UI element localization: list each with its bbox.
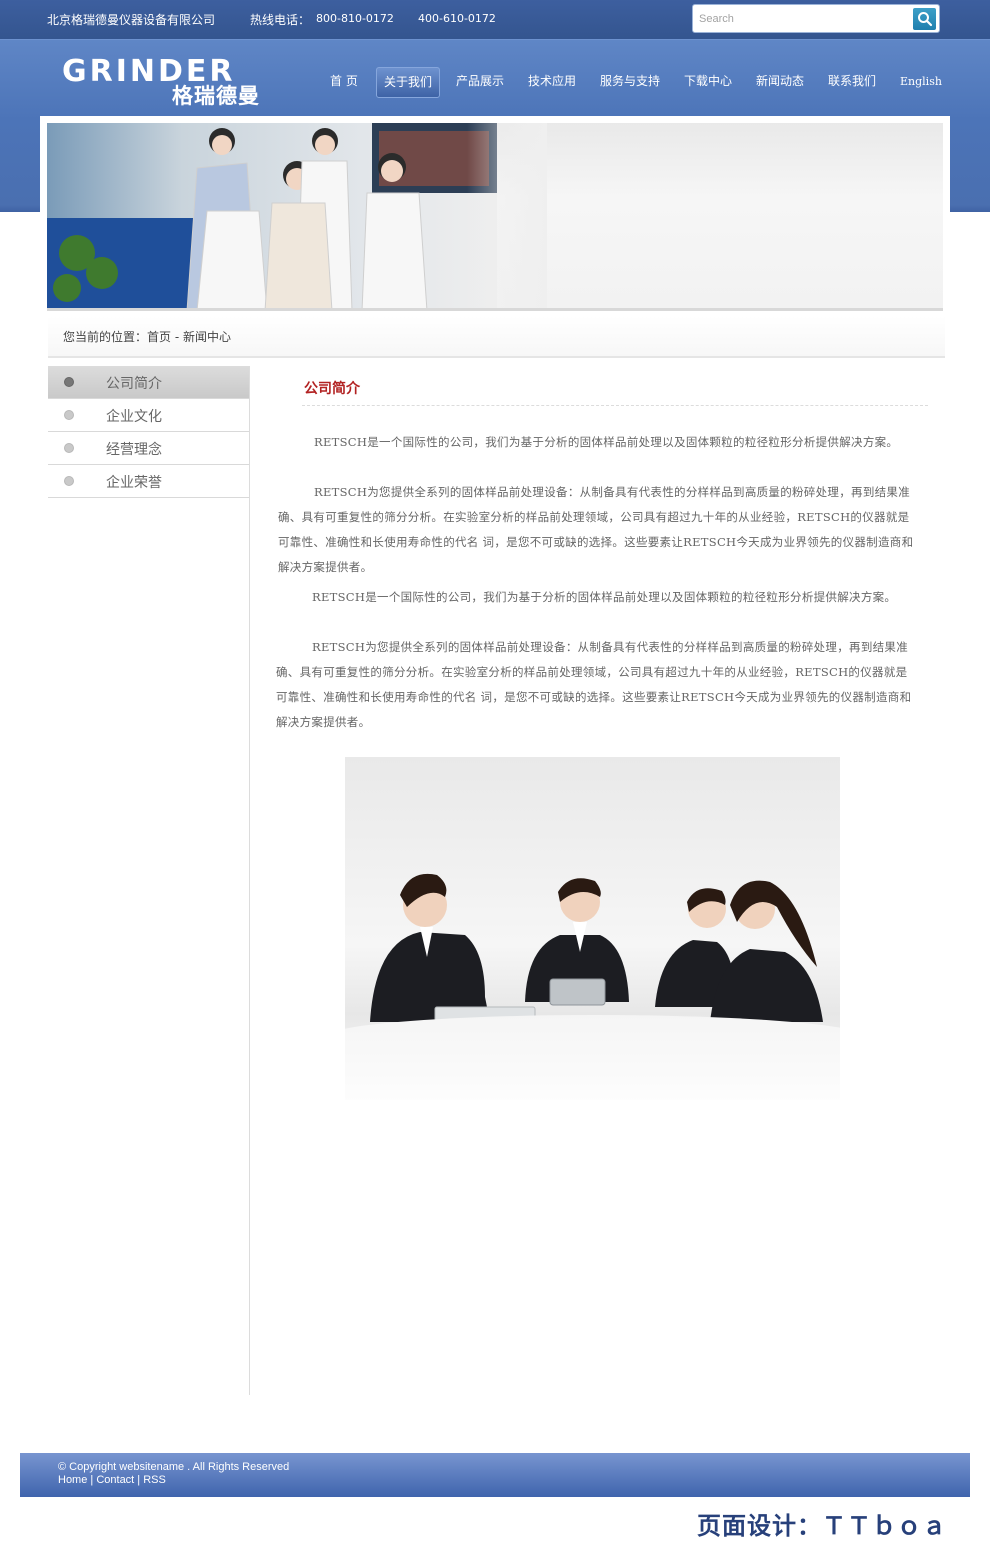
nav-item-download[interactable]: 下载中心 [684,67,732,98]
designer-credit: 页面设计：ＴＴｂｏａ [697,1512,947,1540]
banner-team-photo [47,123,497,308]
sidebar: 公司简介 企业文化 经营理念 企业荣誉 [48,366,249,498]
bullet-icon [64,443,74,453]
sidebar-item-company-profile[interactable]: 公司简介 [48,366,249,399]
nav-item-english[interactable]: English [900,67,942,98]
search-box [692,4,940,33]
page-title: 公司简介 [304,381,360,397]
footer-separator: | [134,1474,144,1486]
content-paragraph: RETSCH是一个国际性的公司，我们为基于分析的固体样品前处理以及固体颗粒的粒径… [312,590,897,604]
footer-links: Home | Contact | RSS [58,1474,166,1486]
breadcrumb-bar: 您当前的位置：首页 - 新闻中心 [48,316,945,358]
nav-item-service[interactable]: 服务与支持 [600,67,660,98]
meeting-photo [345,757,840,1100]
team-illustration [47,123,497,308]
sidebar-item-honors[interactable]: 企业荣誉 [48,465,249,498]
nav-item-news[interactable]: 新闻动态 [756,67,804,98]
hotline-label: 热线电话： [250,13,311,27]
footer-separator: | [87,1474,97,1486]
bullet-icon [64,410,74,420]
main-nav: 首 页 关于我们 产品展示 技术应用 服务与支持 下载中心 新闻动态 联系我们 … [0,67,990,98]
sidebar-item-label: 公司简介 [106,376,162,392]
company-name: 北京格瑞德曼仪器设备有限公司 [47,13,216,27]
content-paragraph: RETSCH是一个国际性的公司，我们为基于分析的固体样品前处理以及固体颗粒的粒径… [314,435,899,449]
search-input[interactable] [699,9,899,29]
search-icon [918,12,933,27]
footer: © Copyright websitename . All Rights Res… [20,1453,970,1497]
sidebar-item-label: 企业荣誉 [106,475,162,491]
bullet-icon [64,377,74,387]
nav-item-products[interactable]: 产品展示 [456,67,504,98]
content-paragraph: RETSCH为您提供全系列的固体样品前处理设备：从制备具有代表性的分样样品到高质… [278,485,914,574]
sidebar-item-label: 经营理念 [106,442,162,458]
hotline-number-1: 800-810-0172 [316,12,394,25]
nav-item-technology[interactable]: 技术应用 [528,67,576,98]
content-paragraph: RETSCH为您提供全系列的固体样品前处理设备：从制备具有代表性的分样样品到高质… [276,640,912,729]
bullet-icon [64,476,74,486]
meeting-table [345,1015,840,1100]
footer-link-rss[interactable]: RSS [143,1474,166,1486]
breadcrumb: 您当前的位置：首页 - 新闻中心 [63,330,231,344]
nav-item-about[interactable]: 关于我们 [376,67,441,98]
nav-item-contact[interactable]: 联系我们 [828,67,876,98]
nav-item-home[interactable]: 首 页 [330,67,358,98]
sidebar-item-culture[interactable]: 企业文化 [48,399,249,432]
footer-copyright: © Copyright websitename . All Rights Res… [58,1461,290,1473]
hotline-number-2: 400-610-0172 [418,12,496,25]
sidebar-item-philosophy[interactable]: 经营理念 [48,432,249,465]
banner-fade [467,123,547,308]
sidebar-item-label: 企业文化 [106,409,162,425]
footer-link-contact[interactable]: Contact [96,1474,134,1486]
title-divider [302,405,928,406]
search-button[interactable] [913,8,936,30]
footer-link-home[interactable]: Home [58,1474,87,1486]
column-divider [249,366,250,1395]
banner-image [47,123,943,311]
